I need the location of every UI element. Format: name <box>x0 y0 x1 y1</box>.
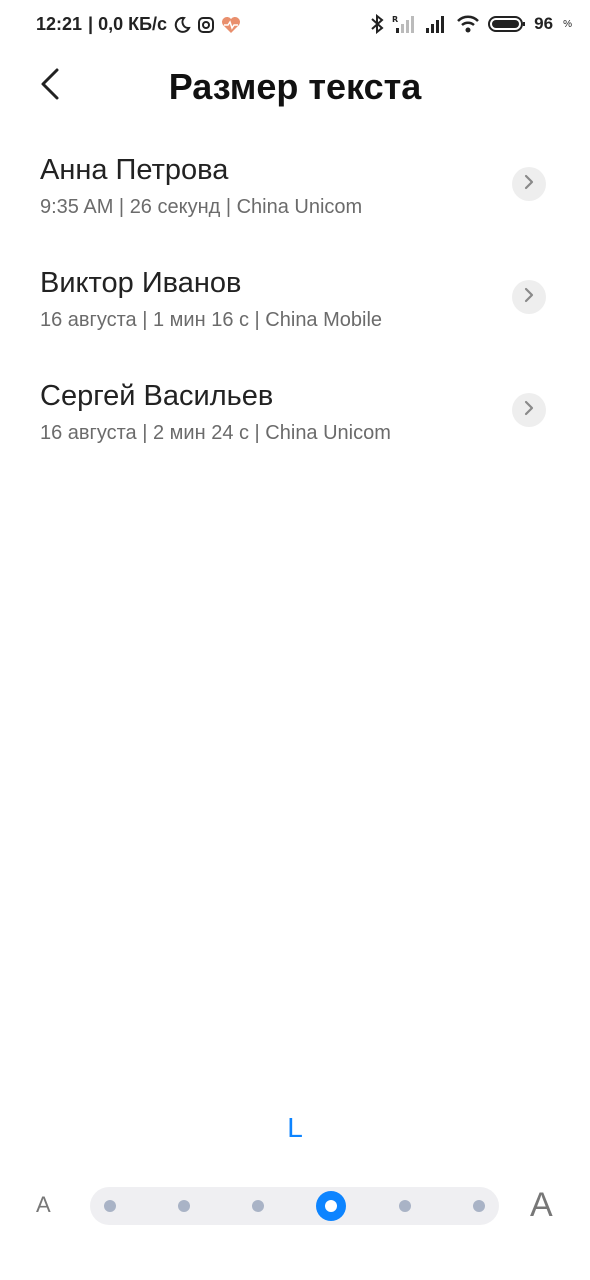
large-size-label: A <box>530 1186 553 1224</box>
instagram-icon <box>197 16 215 34</box>
slider-step-dot[interactable] <box>251 1200 264 1212</box>
text-size-slider[interactable] <box>90 1187 499 1225</box>
battery-percent: 96 <box>534 14 554 33</box>
call-meta: 16 августа | 2 мин 24 с | China Unicom <box>40 422 391 444</box>
slider-thumb[interactable] <box>316 1191 347 1221</box>
health-heart-icon <box>221 16 241 34</box>
call-name: Виктор Иванов <box>40 267 242 299</box>
call-name: Анна Петрова <box>40 154 229 186</box>
call-name: Сергей Васильев <box>40 380 274 412</box>
current-size-label: L <box>287 1112 303 1143</box>
call-item[interactable]: Виктор Иванов 16 августа | 1 мин 16 с | … <box>0 253 590 366</box>
call-item[interactable]: Сергей Васильев 16 августа | 2 мин 24 с … <box>0 366 590 479</box>
page-title: Размер текста <box>168 66 422 107</box>
status-network-speed: | 0,0 КБ/с <box>88 14 168 34</box>
call-list: Анна Петрова 9:35 AM | 26 секунд | China… <box>0 140 590 479</box>
chevron-right-icon <box>523 400 535 421</box>
slider-step-dot[interactable] <box>473 1200 485 1212</box>
status-right: R 96% <box>370 14 572 34</box>
chevron-right-icon <box>523 174 535 195</box>
signal-icon <box>424 14 448 34</box>
battery-icon <box>488 14 526 34</box>
chevron-right-icon <box>523 287 535 308</box>
percent-sign: % <box>563 18 572 30</box>
details-chevron-button[interactable] <box>512 393 546 427</box>
header: Размер текста <box>0 52 590 122</box>
status-left: 12:21 | 0,0 КБ/с <box>36 14 241 35</box>
call-meta: 16 августа | 1 мин 16 с | China Mobile <box>40 309 383 331</box>
status-bar: 12:21 | 0,0 КБ/с R 96% <box>0 0 590 52</box>
slider-step-dot[interactable] <box>104 1200 116 1212</box>
status-time: 12:21 <box>36 14 83 34</box>
slider-step-dot[interactable] <box>177 1200 190 1212</box>
details-chevron-button[interactable] <box>512 167 546 201</box>
details-chevron-button[interactable] <box>512 280 546 314</box>
bluetooth-icon <box>370 14 384 34</box>
moon-icon <box>173 16 191 34</box>
call-item[interactable]: Анна Петрова 9:35 AM | 26 секунд | China… <box>0 140 590 253</box>
slider-step-dot[interactable] <box>399 1200 412 1212</box>
wifi-icon <box>456 14 480 34</box>
call-meta: 9:35 AM | 26 секунд | China Unicom <box>40 196 363 218</box>
svg-text:R: R <box>392 15 398 24</box>
signal-roaming-icon: R <box>392 14 416 34</box>
small-size-label: A <box>36 1192 51 1217</box>
